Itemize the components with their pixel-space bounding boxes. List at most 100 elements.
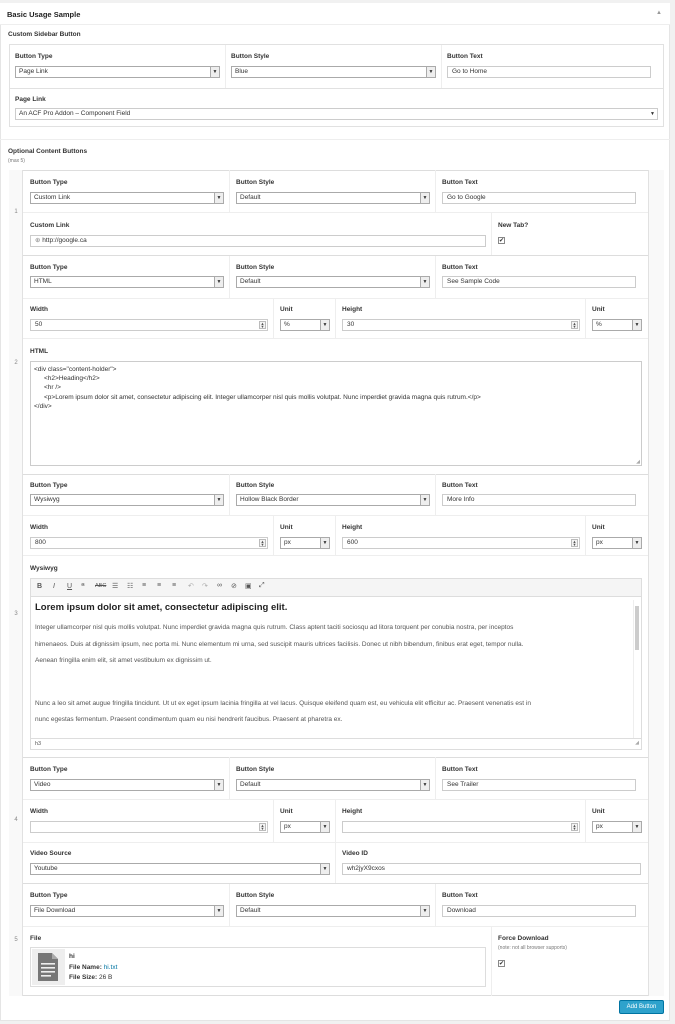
bullet-list-icon[interactable]: ☰ [112,582,118,590]
align-center-icon[interactable]: ≡ [157,582,161,589]
row1-type-select[interactable]: Custom Link ▼ [30,192,224,204]
row5-number[interactable]: 5 [10,937,22,943]
spinner-icon[interactable]: ▲ ▼ [259,539,266,547]
spinner-icon[interactable]: ▲ ▼ [259,321,266,329]
italic-icon[interactable]: I [53,583,55,590]
row2-width-input[interactable]: 50 ▲ ▼ [30,319,268,331]
row1-newtab-checkbox[interactable]: ✔ [498,237,505,244]
row4-text-input[interactable]: See Trailer [442,779,636,791]
row3-unit1-select[interactable]: px ▼ [280,537,330,549]
sb-pagelink-select[interactable]: An ACF Pro Addon – Component Field ▼ [15,108,658,120]
row3-text-label: Button Text [442,482,478,489]
row5-text-input[interactable]: Download [442,905,636,917]
sb-type-select[interactable]: Page Link ▼ [15,66,220,78]
file-name-link[interactable]: hi.txt [104,964,118,971]
sb-style-select[interactable]: Blue ▼ [231,66,436,78]
row2-html-textarea[interactable]: <div class="content-holder"> <h2>Heading<… [30,361,642,466]
fullscreen-icon[interactable]: ⤢ [259,582,265,590]
spinner-icon[interactable]: ▲ ▼ [571,539,578,547]
row3-type-select[interactable]: Wysiwyg ▼ [30,494,224,506]
row5-style-label: Button Style [236,892,275,899]
row3-width-input[interactable]: 800 ▲ ▼ [30,537,268,549]
row3-number[interactable]: 3 [10,611,22,617]
strikethrough-icon[interactable]: ABC [95,583,106,589]
row3-height-label: Height [342,524,363,531]
spinner-icon[interactable]: ▲ ▼ [259,823,266,831]
row3-text-input[interactable]: More Info [442,494,636,506]
resize-handle-icon[interactable]: ◢ [635,740,639,746]
row1-newtab-label: New Tab? [498,222,529,229]
unlink-icon[interactable]: ⊘ [231,582,237,590]
chevron-down-icon: ▼ [420,780,429,790]
editor-heading: Lorem ipsum dolor sit amet, consectetur … [35,602,288,613]
spinner-icon[interactable]: ▲ ▼ [571,823,578,831]
row1-text-label: Button Text [442,179,478,186]
row5-force-checkbox[interactable]: ✔ [498,960,505,967]
align-right-icon[interactable]: ≡ [172,582,176,589]
panel-header[interactable]: Basic Usage Sample ▲ [0,3,670,25]
repeater-remove-column[interactable] [648,170,664,996]
row5-type-select[interactable]: File Download ▼ [30,905,224,917]
row3-height-input[interactable]: 600 ▲ ▼ [342,537,580,549]
row2-unit1-select[interactable]: % ▼ [280,319,330,331]
row4-unit1-select[interactable]: px ▼ [280,821,330,833]
editor-para2-line2: nunc egestas fermentum. Praesent condime… [35,716,343,723]
repeater-handle-column[interactable] [9,170,23,996]
redo-icon[interactable]: ↷ [202,582,208,590]
chevron-down-icon: ▼ [632,822,641,832]
row3-style-select[interactable]: Hollow Black Border ▼ [236,494,430,506]
image-icon[interactable]: ▣ [245,582,252,590]
row1-text-input[interactable]: Go to Google [442,192,636,204]
row3-wysiwyg-editor[interactable]: B I U “ ABC ☰ ☷ ≡ ≡ ≡ ↶ ↷ ∞ ⊘ ▣ ⤢ Lorem … [30,578,642,750]
row4-style-select[interactable]: Default ▼ [236,779,430,791]
editor-para2-line1: Nunc a leo sit amet augue fringilla tinc… [35,700,531,707]
resize-handle-icon[interactable]: ◢ [636,459,640,465]
sb-type-label: Button Type [15,53,53,60]
row4-width-input[interactable]: ▲ ▼ [30,821,268,833]
chevron-down-icon: ▼ [648,109,657,119]
file-name-label: File Name: [69,964,102,971]
row2-text-input[interactable]: See Sample Code [442,276,636,288]
triangle-up-icon[interactable]: ▲ [656,10,662,16]
row5-style-select[interactable]: Default ▼ [236,905,430,917]
row4-style-label: Button Style [236,766,275,773]
editor-scrollbar[interactable] [633,600,639,738]
row1-customlink-input[interactable]: ⊕ http://google.ca [30,235,486,247]
row2-text-label: Button Text [442,264,478,271]
align-left-icon[interactable]: ≡ [142,582,146,589]
row2-number[interactable]: 2 [10,360,22,366]
blockquote-icon[interactable]: “ [81,582,85,591]
row2-unit1-label: Unit [280,306,293,313]
link-icon[interactable]: ∞ [217,582,222,589]
sb-text-label: Button Text [447,53,483,60]
row3-unit2-label: Unit [592,524,605,531]
row1-style-select[interactable]: Default ▼ [236,192,430,204]
content-buttons-note: (max 5) [8,158,25,164]
row2-unit2-select[interactable]: % ▼ [592,319,642,331]
row2-type-select[interactable]: HTML ▼ [30,276,224,288]
chevron-down-icon: ▼ [632,320,641,330]
add-button[interactable]: Add Button [619,1000,664,1014]
row3-unit2-select[interactable]: px ▼ [592,537,642,549]
row4-number[interactable]: 4 [10,817,22,823]
row2-height-input[interactable]: 30 ▲ ▼ [342,319,580,331]
spinner-icon[interactable]: ▲ ▼ [571,321,578,329]
page-root: Basic Usage Sample ▲ Custom Sidebar Butt… [0,0,675,1024]
row2-style-label: Button Style [236,264,275,271]
row3-type-label: Button Type [30,482,68,489]
undo-icon[interactable]: ↶ [188,582,194,590]
bold-icon[interactable]: B [37,583,42,590]
row4-unit2-select[interactable]: px ▼ [592,821,642,833]
row4-source-select[interactable]: Youtube ▼ [30,863,330,875]
chevron-down-icon: ▼ [420,193,429,203]
row2-style-select[interactable]: Default ▼ [236,276,430,288]
file-size: 26 B [99,974,113,981]
sb-text-input[interactable]: Go to Home [447,66,651,78]
underline-icon[interactable]: U [67,583,72,590]
row4-type-select[interactable]: Video ▼ [30,779,224,791]
row1-number[interactable]: 1 [10,209,22,215]
numbered-list-icon[interactable]: ☷ [127,582,133,590]
row4-videoid-input[interactable]: wh2jyX9cxos [342,863,641,875]
editor-para1-line2: himenaeos. Duis at dignissim ipsum, nec … [35,641,524,648]
row4-height-input[interactable]: ▲ ▼ [342,821,580,833]
